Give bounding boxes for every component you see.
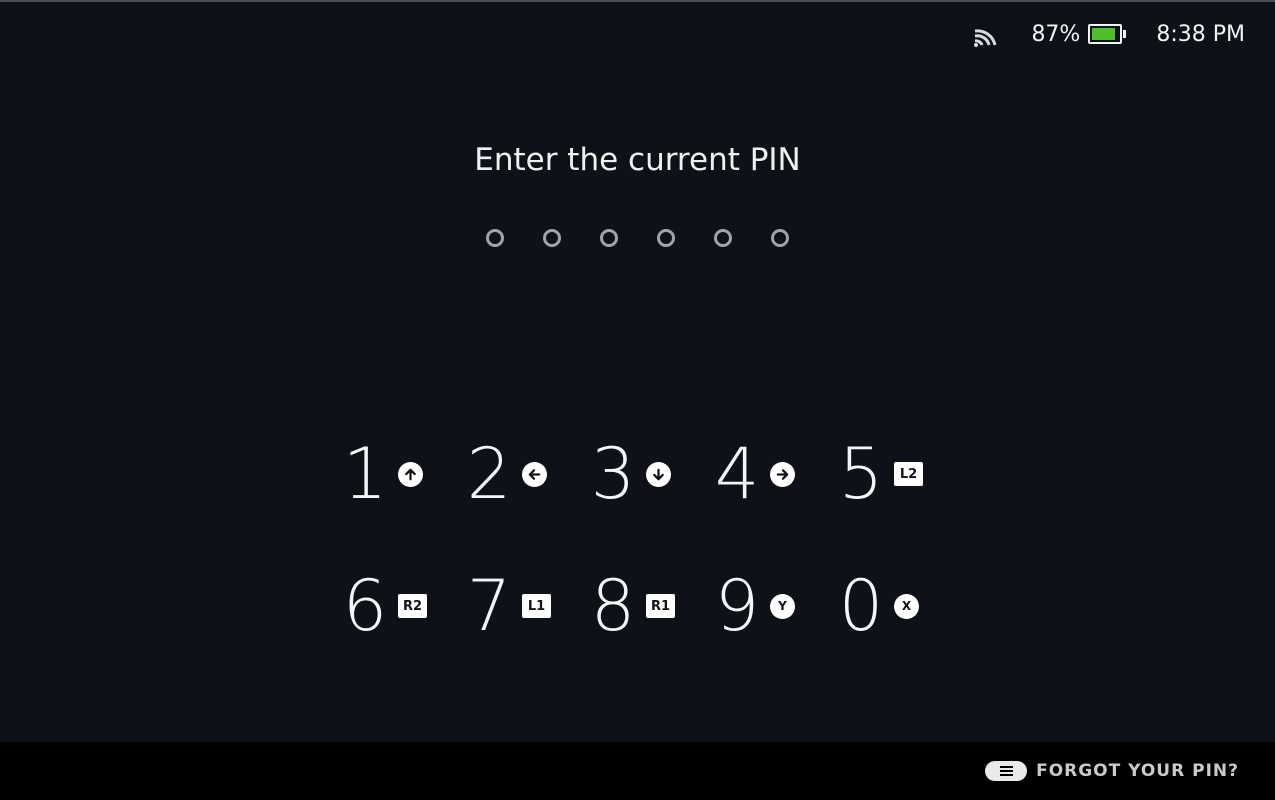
pin-entry-screen: 87% 8:38 PM Enter the current PIN 1 2 3 — [0, 0, 1275, 800]
key-2[interactable]: 2 — [462, 434, 586, 514]
key-digit: 4 — [714, 433, 760, 515]
key-digit: 2 — [466, 433, 512, 515]
key-digit: 7 — [466, 565, 512, 647]
key-digit: 1 — [342, 433, 388, 515]
arrow-down-icon — [646, 461, 671, 487]
y-button-icon: Y — [770, 593, 795, 619]
key-digit: 9 — [714, 565, 760, 647]
key-9[interactable]: 9 Y — [710, 566, 834, 646]
pin-dot — [486, 229, 504, 247]
x-button-icon: X — [894, 593, 919, 619]
battery-level-fill — [1092, 28, 1116, 40]
forgot-pin-button[interactable]: FORGOT YOUR PIN? — [985, 742, 1239, 800]
key-6[interactable]: 6 R2 — [338, 566, 462, 646]
pin-dot — [600, 229, 618, 247]
menu-button-icon — [985, 761, 1028, 781]
keypad-row-1: 1 2 3 4 5 L2 — [338, 434, 958, 514]
clock: 8:38 PM — [1156, 21, 1245, 47]
arrow-left-icon — [522, 461, 547, 487]
key-digit: 3 — [590, 433, 636, 515]
status-bar: 87% 8:38 PM — [973, 2, 1245, 66]
key-1[interactable]: 1 — [338, 434, 462, 514]
key-3[interactable]: 3 — [586, 434, 710, 514]
key-digit: 0 — [838, 565, 884, 647]
pin-dot — [657, 229, 675, 247]
battery-icon — [1088, 24, 1127, 44]
pin-prompt-title: Enter the current PIN — [474, 142, 801, 178]
key-digit: 6 — [342, 565, 388, 647]
l2-button-icon: L2 — [894, 462, 923, 486]
footer-bar: FORGOT YOUR PIN? — [0, 742, 1275, 800]
key-5[interactable]: 5 L2 — [834, 434, 958, 514]
key-8[interactable]: 8 R1 — [586, 566, 710, 646]
forgot-pin-label: FORGOT YOUR PIN? — [1036, 761, 1239, 781]
pin-dot — [771, 229, 789, 247]
pin-dots — [0, 229, 1275, 247]
key-digit: 5 — [838, 433, 884, 515]
r2-button-icon: R2 — [398, 594, 427, 618]
pin-dot — [714, 229, 732, 247]
pin-dot — [543, 229, 561, 247]
arrow-right-icon — [770, 461, 795, 487]
arrow-up-icon — [398, 461, 423, 487]
l1-button-icon: L1 — [522, 594, 551, 618]
key-7[interactable]: 7 L1 — [462, 566, 586, 646]
battery-percentage: 87% — [1031, 21, 1081, 47]
key-0[interactable]: 0 X — [834, 566, 958, 646]
r1-button-icon: R1 — [646, 594, 675, 618]
key-4[interactable]: 4 — [710, 434, 834, 514]
keypad-row-2: 6 R2 7 L1 8 R1 9 Y 0 X — [338, 566, 958, 646]
wifi-icon — [974, 29, 997, 47]
key-digit: 8 — [590, 565, 636, 647]
